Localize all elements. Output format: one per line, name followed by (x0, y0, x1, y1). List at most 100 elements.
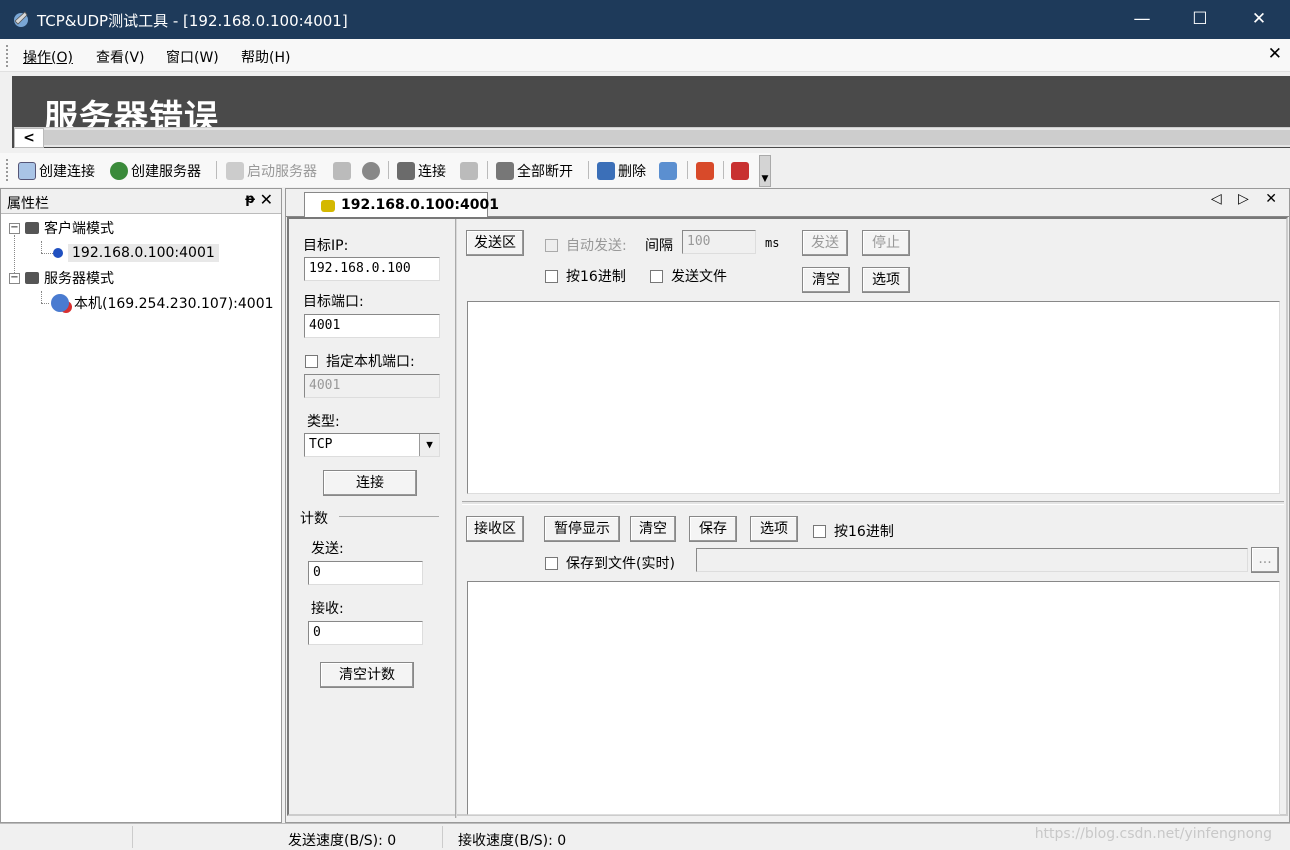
save-file-path-input[interactable] (696, 548, 1248, 572)
server-settings-button[interactable] (333, 160, 351, 182)
disconnect-all-button[interactable]: 全部断开 (496, 160, 573, 182)
count-divider (339, 516, 439, 517)
network-icon (659, 162, 677, 180)
tab-nav-icons[interactable]: ◁ ▷ ✕ (1211, 191, 1283, 207)
tree-node-server-local[interactable]: 本机(169.254.230.107):4001 (51, 292, 274, 314)
send-file-checkbox[interactable]: 发送文件 (650, 266, 727, 286)
recv-save-button[interactable]: 保存 (689, 516, 737, 542)
disconnect-button[interactable] (460, 160, 478, 182)
network-button[interactable] (659, 160, 677, 182)
recv-hex-checkbox[interactable]: 按16进制 (813, 521, 894, 541)
pane-splitter[interactable] (462, 501, 1284, 505)
exit-button[interactable] (731, 160, 749, 182)
stop-send-button[interactable]: 停止 (862, 230, 910, 256)
client-pane: 目标IP: 192.168.0.100 目标端口: 4001 指定本机端口: 4… (287, 217, 1288, 818)
checkbox-box[interactable] (545, 269, 558, 283)
menu-operate[interactable]: 操作(O) (23, 47, 73, 67)
interval-input[interactable]: 100 (682, 230, 756, 254)
send-button[interactable]: 发送 (802, 230, 848, 256)
menu-view[interactable]: 查看(V) (96, 47, 145, 67)
send-hex-checkbox[interactable]: 按16进制 (545, 266, 626, 286)
menu-close-icon[interactable]: ✕ (1268, 44, 1282, 64)
tree-line (41, 241, 42, 253)
interval-label: 间隔 (645, 238, 673, 254)
horizontal-scrollbar[interactable]: < (14, 127, 1290, 148)
collapse-icon[interactable]: − (9, 222, 20, 234)
send-area-label: 发送区 (466, 230, 524, 256)
scroll-left-icon[interactable]: < (14, 128, 44, 148)
delete-button[interactable]: 删除 (597, 160, 646, 182)
create-server-label: 创建服务器 (131, 164, 201, 180)
send-textarea[interactable] (467, 301, 1280, 494)
tree-node-client-connection[interactable]: 192.168.0.100:4001 (53, 242, 219, 264)
scroll-track[interactable] (44, 130, 1290, 145)
send-count-field: 0 (308, 561, 423, 585)
auto-send-checkbox[interactable]: 自动发送: (545, 235, 627, 255)
panel-close-icon[interactable]: ✕ (260, 190, 273, 209)
tree-node-client-mode[interactable]: − 客户端模式 (9, 217, 114, 239)
minimize-button[interactable]: — (1113, 0, 1171, 39)
connect-toolbar-button[interactable]: 连接 (397, 160, 446, 182)
clear-count-button[interactable]: 清空计数 (320, 662, 414, 688)
property-panel: 属性栏 ᵽ ✕ − 客户端模式 192.168.0.100:4001 − 服务器… (0, 188, 282, 823)
menu-help[interactable]: 帮助(H) (241, 47, 290, 67)
collapse-icon[interactable]: − (9, 272, 20, 284)
browse-button[interactable]: ... (1251, 547, 1279, 573)
local-port-checkbox[interactable]: 指定本机端口: (305, 351, 415, 371)
toolbar: 创建连接 创建服务器 启动服务器 连接 全部断开 删除 ▼ (0, 153, 771, 187)
checkbox-box[interactable] (545, 556, 558, 570)
status-separator (442, 826, 443, 848)
document-area: 192.168.0.100:4001 ◁ ▷ ✕ 目标IP: 192.168.0… (285, 188, 1290, 823)
pause-display-button[interactable]: 暂停显示 (544, 516, 620, 542)
recv-clear-button[interactable]: 清空 (630, 516, 676, 542)
maximize-button[interactable]: ☐ (1171, 0, 1229, 39)
toolbar-separator (487, 161, 488, 179)
power-icon (696, 162, 714, 180)
client-connection-label: 192.168.0.100:4001 (68, 244, 219, 262)
toolbar-separator (588, 161, 589, 179)
toolbar-grip (6, 159, 9, 181)
send-options-button[interactable]: 选项 (862, 267, 910, 293)
checkbox-box[interactable] (545, 238, 558, 252)
form-divider (455, 219, 457, 818)
toolbar-separator (216, 161, 217, 179)
checkbox-box[interactable] (813, 524, 826, 538)
target-ip-input[interactable]: 192.168.0.100 (304, 257, 440, 281)
tree-line (41, 303, 49, 304)
type-select[interactable]: TCP ▼ (304, 433, 440, 457)
disconnect-all-label: 全部断开 (517, 164, 573, 180)
send-clear-button[interactable]: 清空 (802, 267, 850, 293)
send-file-label: 发送文件 (671, 269, 727, 285)
stop-circle-icon (362, 162, 380, 180)
menu-window[interactable]: 窗口(W) (166, 47, 219, 67)
exit-icon (731, 162, 749, 180)
target-port-input[interactable]: 4001 (304, 314, 440, 338)
checkbox-box[interactable] (650, 269, 663, 283)
start-server-button[interactable]: 启动服务器 (226, 160, 317, 182)
status-separator (132, 826, 133, 848)
recv-textarea[interactable] (467, 581, 1280, 815)
checkbox-box[interactable] (305, 354, 318, 368)
create-server-button[interactable]: 创建服务器 (110, 160, 201, 182)
toolbar-overflow-icon[interactable]: ▼ (759, 155, 771, 187)
connect-toolbar-label: 连接 (418, 164, 446, 180)
local-port-input[interactable]: 4001 (304, 374, 440, 398)
recv-area-label: 接收区 (466, 516, 524, 542)
save-to-file-checkbox[interactable]: 保存到文件(实时) (545, 553, 675, 573)
connect-button[interactable]: 连接 (323, 470, 417, 496)
count-label: 计数 (300, 511, 328, 527)
auto-send-label: 自动发送: (566, 238, 627, 254)
property-panel-header: 属性栏 ᵽ ✕ (1, 189, 281, 214)
pin-icon[interactable]: ᵽ (245, 192, 255, 207)
power-button[interactable] (696, 160, 714, 182)
tree-node-server-mode[interactable]: − 服务器模式 (9, 267, 114, 289)
tab-connection[interactable]: 192.168.0.100:4001 (304, 192, 499, 218)
title-bar: TCP&UDP测试工具 - [192.168.0.100:4001] — ☐ ✕ (0, 0, 1290, 39)
close-button[interactable]: ✕ (1230, 0, 1288, 39)
globe-icon (110, 162, 128, 180)
create-connection-button[interactable]: 创建连接 (18, 160, 95, 182)
stop-button[interactable] (362, 160, 380, 182)
dropdown-arrow-icon[interactable]: ▼ (419, 434, 439, 456)
new-connection-icon (18, 162, 36, 180)
recv-options-button[interactable]: 选项 (750, 516, 798, 542)
